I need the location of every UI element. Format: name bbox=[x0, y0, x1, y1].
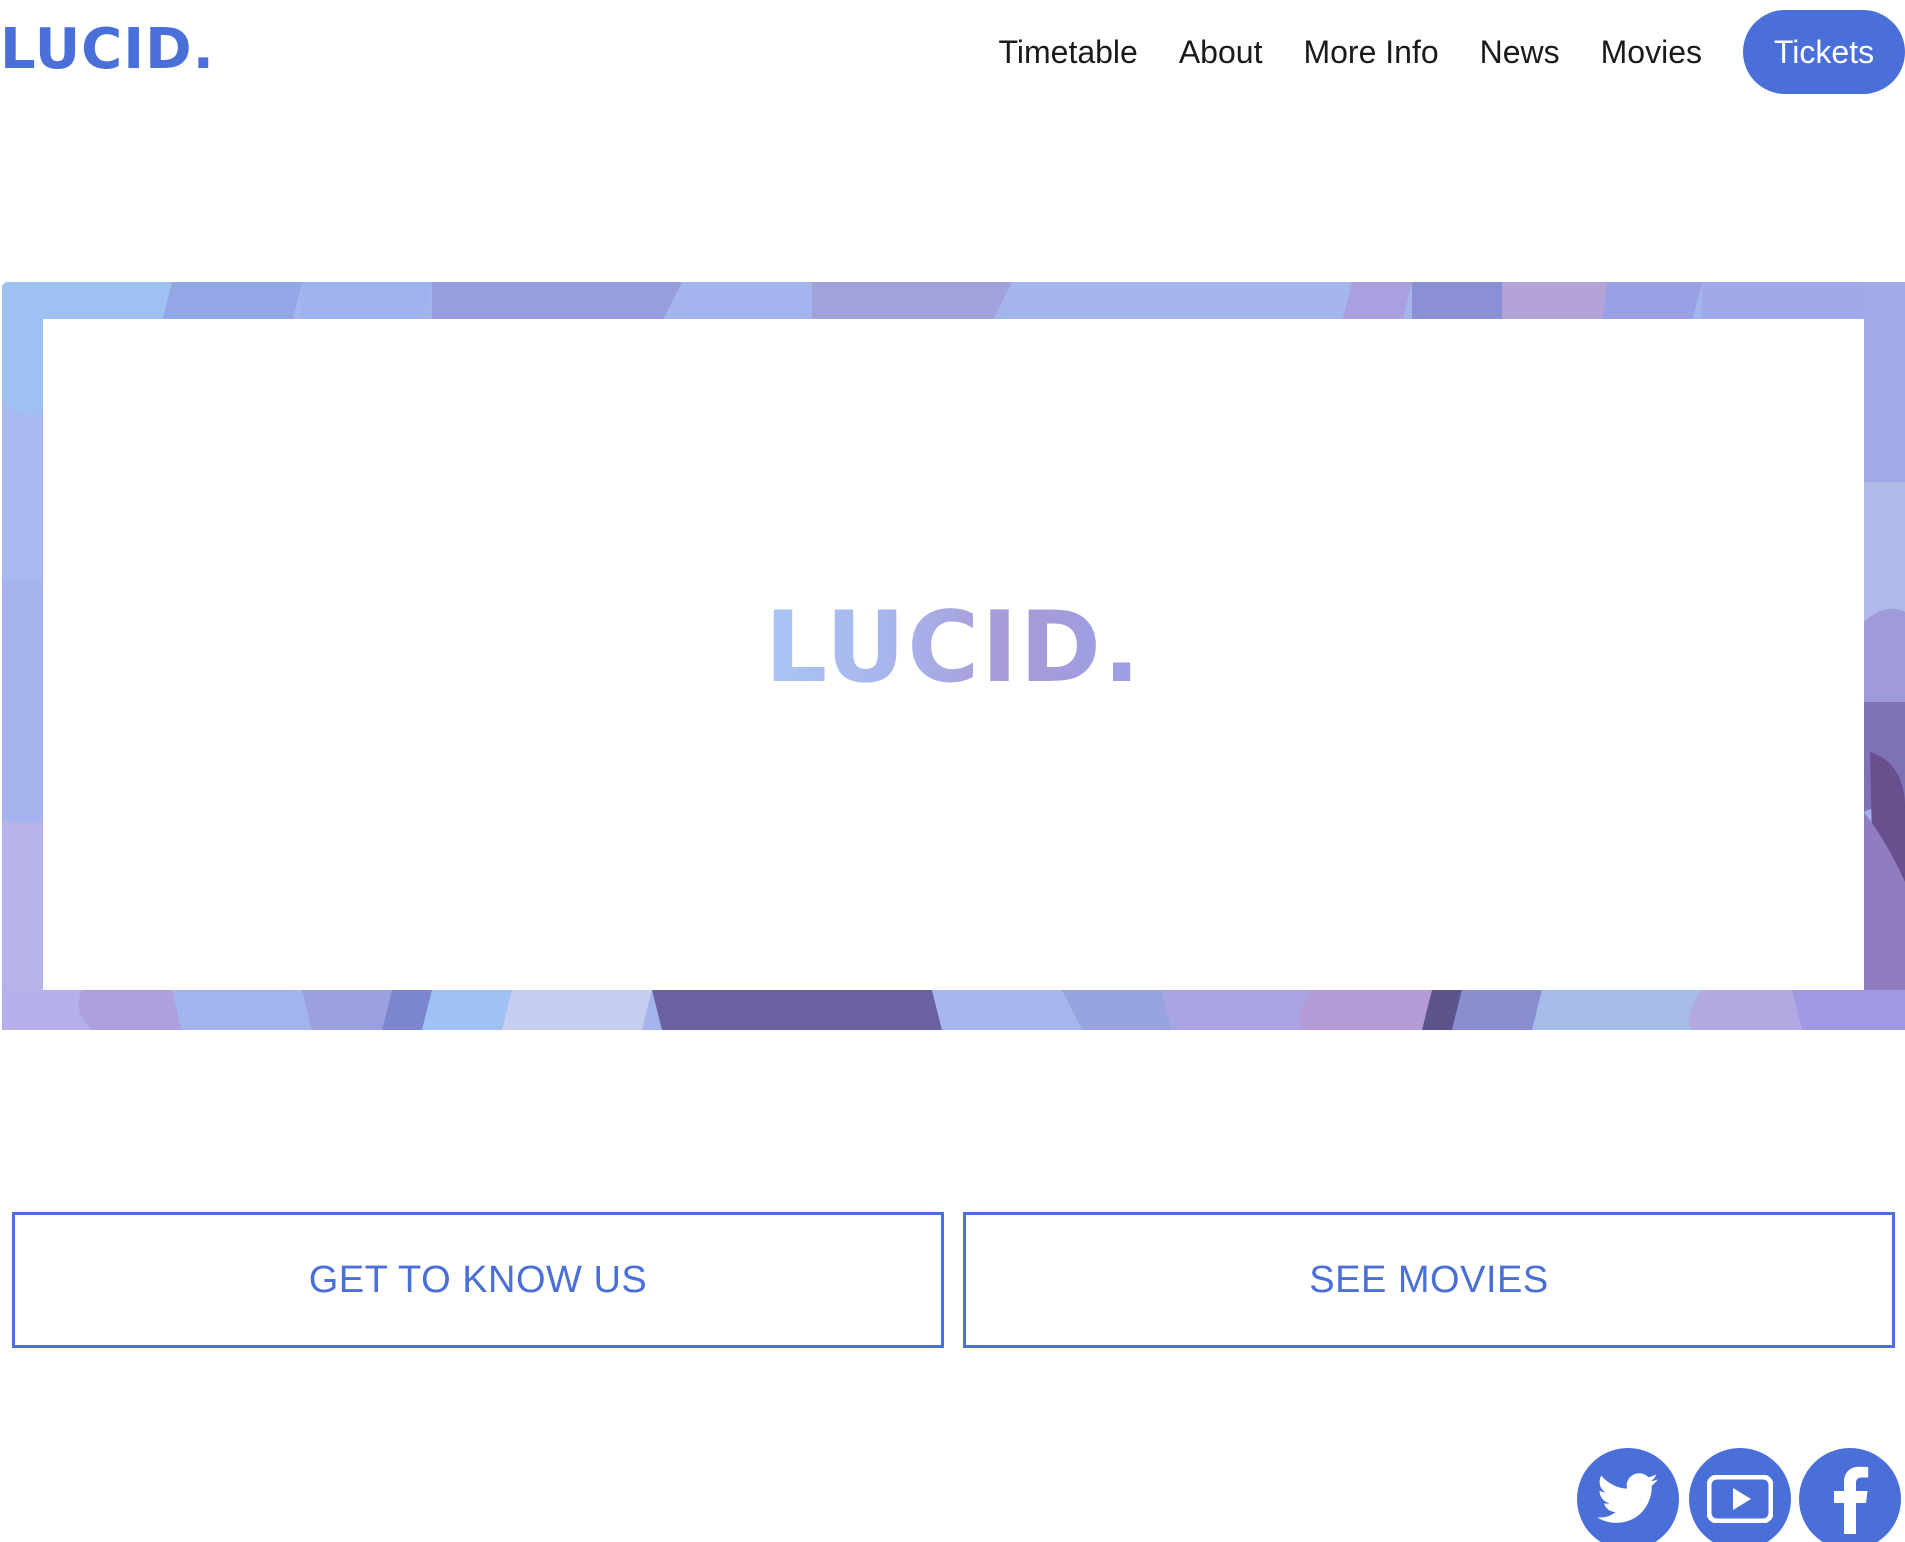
nav-item-timetable[interactable]: Timetable bbox=[999, 34, 1138, 71]
youtube-icon bbox=[1707, 1475, 1773, 1523]
get-to-know-us-button[interactable]: GET TO KNOW US bbox=[12, 1212, 944, 1348]
main-nav: Timetable About More Info News Movies Ti… bbox=[999, 10, 1905, 94]
facebook-button[interactable] bbox=[1799, 1448, 1901, 1542]
tickets-button[interactable]: Tickets bbox=[1743, 10, 1905, 94]
nav-item-news[interactable]: News bbox=[1480, 34, 1560, 71]
site-logo[interactable]: LUCID. bbox=[0, 14, 215, 86]
hero-banner: LUCID. bbox=[2, 282, 1905, 1030]
hero-logo: LUCID. bbox=[764, 590, 1143, 705]
youtube-button[interactable] bbox=[1689, 1448, 1791, 1542]
twitter-icon bbox=[1597, 1473, 1658, 1523]
page: LUCID. Timetable About More Info News Mo… bbox=[0, 0, 1905, 1542]
see-movies-button[interactable]: SEE MOVIES bbox=[963, 1212, 1895, 1348]
facebook-icon bbox=[1834, 1466, 1869, 1534]
nav-item-more-info[interactable]: More Info bbox=[1303, 34, 1438, 71]
hero-panel: LUCID. bbox=[43, 319, 1864, 990]
nav-item-about[interactable]: About bbox=[1179, 34, 1263, 71]
twitter-button[interactable] bbox=[1577, 1448, 1679, 1542]
nav-item-movies[interactable]: Movies bbox=[1601, 34, 1702, 71]
